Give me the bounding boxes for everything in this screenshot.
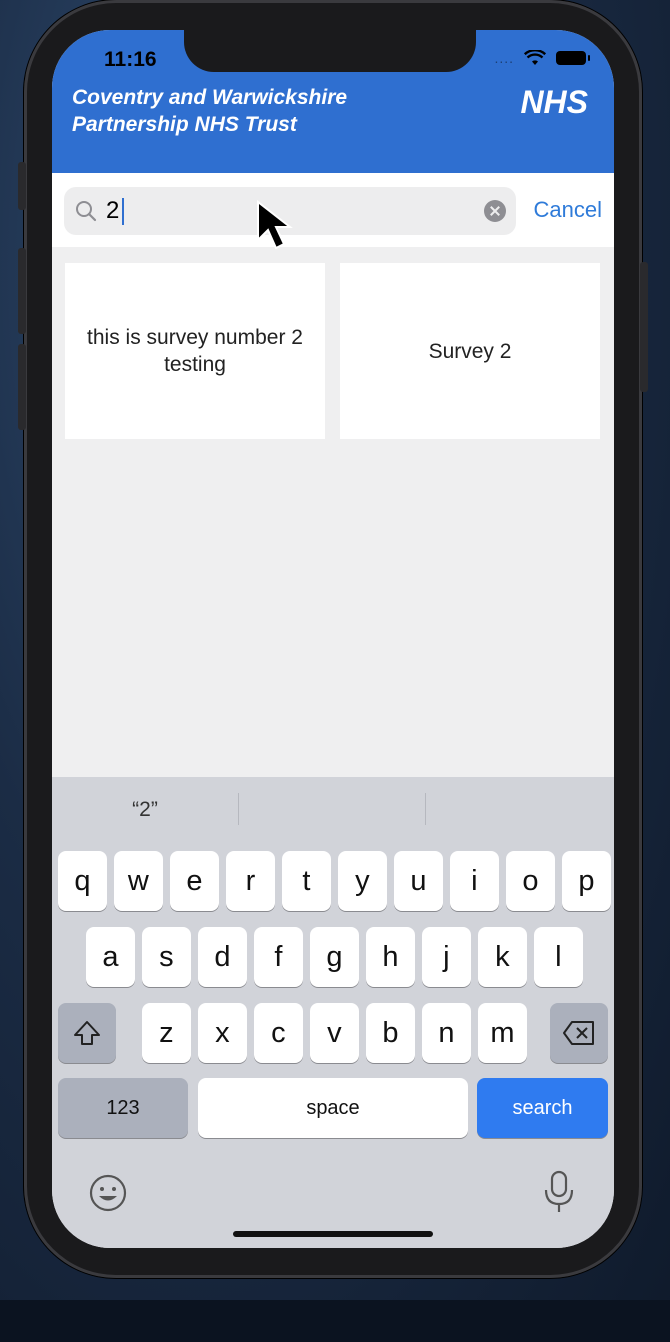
notch <box>184 30 476 72</box>
numbers-key[interactable]: 123 <box>58 1078 188 1138</box>
suggestion-1[interactable]: “2” <box>52 777 238 839</box>
search-bar: 2 Cancel <box>52 173 614 247</box>
key-g[interactable]: g <box>310 927 359 987</box>
mute-switch <box>18 162 26 210</box>
key-d[interactable]: d <box>198 927 247 987</box>
key-l[interactable]: l <box>534 927 583 987</box>
search-key[interactable]: search <box>477 1078 608 1138</box>
shift-icon <box>74 1021 100 1045</box>
key-v[interactable]: v <box>310 1003 359 1063</box>
shift-key[interactable] <box>58 1003 116 1063</box>
wifi-icon <box>524 50 546 65</box>
results-grid: this is survey number 2 testing Survey 2 <box>52 247 614 777</box>
survey-card[interactable]: this is survey number 2 testing <box>65 263 325 439</box>
status-icons: .... <box>494 50 590 66</box>
suggestion-3[interactable] <box>426 777 614 839</box>
key-o[interactable]: o <box>506 851 555 911</box>
key-k[interactable]: k <box>478 927 527 987</box>
clear-icon[interactable] <box>484 200 506 222</box>
signal-dots: .... <box>494 50 514 66</box>
survey-title: Survey 2 <box>428 339 512 363</box>
text-caret <box>122 198 124 225</box>
key-s[interactable]: s <box>142 927 191 987</box>
org-name: Coventry and Warwickshire Partnership NH… <box>72 86 348 136</box>
key-z[interactable]: z <box>142 1003 191 1063</box>
search-value: 2 <box>106 197 120 224</box>
suggestion-2[interactable] <box>239 777 425 839</box>
space-key[interactable]: space <box>198 1078 468 1138</box>
key-c[interactable]: c <box>254 1003 303 1063</box>
cancel-button[interactable]: Cancel <box>534 197 602 223</box>
phone-screen: 11:16 .... Coventry and Warwickshire Par… <box>52 30 614 1248</box>
key-q[interactable]: q <box>58 851 107 911</box>
power-button <box>640 262 648 392</box>
key-p[interactable]: p <box>562 851 611 911</box>
key-u[interactable]: u <box>394 851 443 911</box>
emoji-icon[interactable] <box>88 1173 128 1213</box>
status-time: 11:16 <box>104 48 157 71</box>
key-i[interactable]: i <box>450 851 499 911</box>
key-n[interactable]: n <box>422 1003 471 1063</box>
survey-card[interactable]: Survey 2 <box>340 263 600 439</box>
volume-up-button <box>18 248 26 334</box>
key-b[interactable]: b <box>366 1003 415 1063</box>
delete-key[interactable] <box>550 1003 608 1063</box>
key-t[interactable]: t <box>282 851 331 911</box>
key-e[interactable]: e <box>170 851 219 911</box>
key-w[interactable]: w <box>114 851 163 911</box>
key-y[interactable]: y <box>338 851 387 911</box>
key-f[interactable]: f <box>254 927 303 987</box>
key-x[interactable]: x <box>198 1003 247 1063</box>
microphone-icon[interactable] <box>542 1169 576 1215</box>
mouse-cursor-icon <box>257 200 293 250</box>
key-r[interactable]: r <box>226 851 275 911</box>
key-a[interactable]: a <box>86 927 135 987</box>
delete-icon <box>563 1021 594 1045</box>
keyboard: “2” qwertyuiop asdfghjkl zxcvbnm 123 spa… <box>52 777 614 1248</box>
survey-title: this is survey number 2 testing <box>87 326 303 376</box>
key-h[interactable]: h <box>366 927 415 987</box>
background-strip <box>0 1300 670 1342</box>
nhs-logo: NHS <box>520 84 588 120</box>
volume-down-button <box>18 344 26 430</box>
suggestion-bar: “2” <box>52 777 614 839</box>
home-indicator <box>233 1231 433 1237</box>
key-j[interactable]: j <box>422 927 471 987</box>
search-icon <box>76 201 97 222</box>
battery-icon <box>556 51 590 65</box>
key-m[interactable]: m <box>478 1003 527 1063</box>
